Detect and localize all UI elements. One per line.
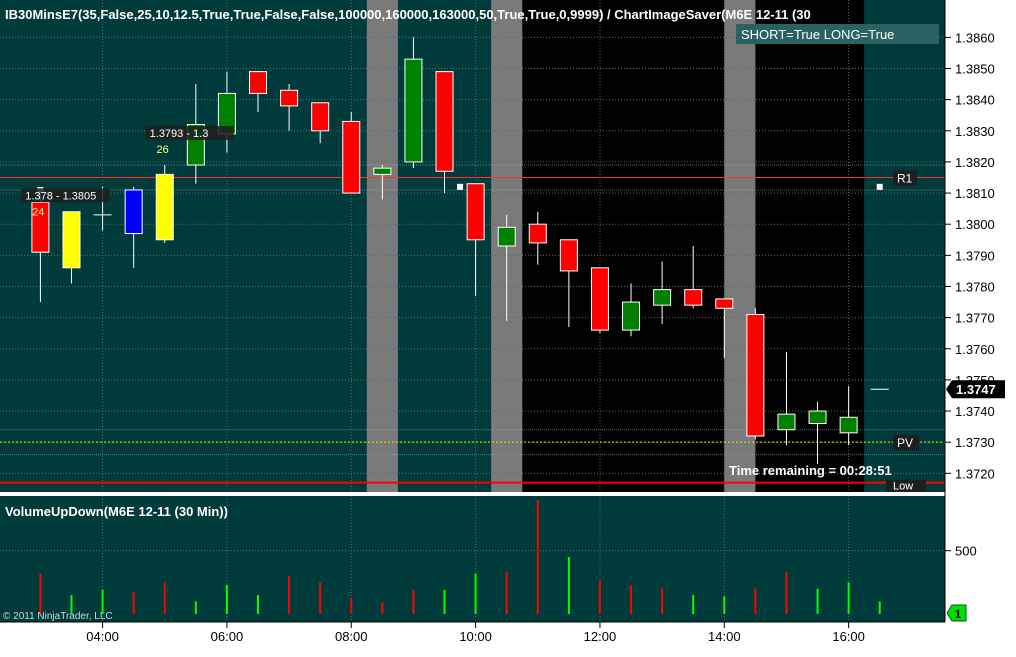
candle-body	[249, 71, 268, 94]
price-tick-label: 1.3860	[955, 30, 995, 45]
range-count-label: 24	[32, 206, 44, 218]
price-tick-label: 1.3820	[955, 155, 995, 170]
ib-marker	[457, 183, 464, 190]
price-tick-label: 1.3770	[955, 311, 995, 326]
candle-body	[590, 267, 609, 331]
candle-body	[435, 71, 454, 172]
candle-body	[466, 183, 485, 241]
time-tick-label: 10:00	[459, 629, 492, 644]
candle-body	[373, 167, 392, 175]
panel-badge[interactable]: 1	[955, 607, 962, 621]
r1-label: R1	[897, 171, 913, 185]
time-tick-label: 16:00	[832, 629, 865, 644]
candle-body	[124, 189, 143, 235]
candle-body	[622, 301, 641, 331]
price-tick-label: 1.3730	[955, 435, 995, 450]
candle-body	[528, 223, 547, 244]
chart-canvas: 1.3860 1.3850 1.3840 1.3830 1.3820 1.3810 1.38…	[0, 0, 1016, 657]
price-tick-label: 1.3760	[955, 342, 995, 357]
indicator-title: IB30MinsE7(35,False,25,10,12.5,True,True…	[5, 7, 811, 22]
candle-body	[311, 102, 330, 132]
copyright-text: © 2011 NinjaTrader, LLC	[3, 611, 113, 622]
candle-body	[808, 410, 827, 424]
time-tick-label: 12:00	[584, 629, 617, 644]
price-tick-label: 1.3850	[955, 62, 995, 77]
price-tick-label: 1.3790	[955, 248, 995, 263]
candle-body	[653, 289, 672, 306]
volume-tick-label: 500	[955, 544, 977, 559]
low-label: Low	[893, 481, 913, 493]
price-tick-label: 1.3830	[955, 124, 995, 139]
time-tick-label: 06:00	[211, 629, 244, 644]
candle-body	[497, 226, 516, 247]
candle-body	[839, 416, 858, 434]
price-tick-label: 1.3780	[955, 279, 995, 294]
last-price-tag: 1.3747	[956, 382, 996, 397]
time-tick-label: 08:00	[335, 629, 368, 644]
volume-panel-title: VolumeUpDown(M6E 12-11 (30 Min))	[5, 504, 228, 519]
candle-body	[777, 413, 796, 431]
candle-body	[404, 58, 423, 163]
time-tick-label: 14:00	[708, 629, 741, 644]
time-tick-label: 04:00	[86, 629, 119, 644]
price-tick-label: 1.3720	[955, 466, 995, 481]
price-tick-label: 1.3840	[955, 93, 995, 108]
price-tick-label: 1.3800	[955, 217, 995, 232]
range-count-label: 26	[157, 144, 169, 156]
pv-label: PV	[897, 436, 913, 450]
price-tick-label: 1.3740	[955, 404, 995, 419]
candle-body	[62, 211, 81, 269]
candle-body	[746, 314, 765, 437]
candle-body	[715, 298, 734, 309]
candle-body	[559, 239, 578, 272]
range-label: 1.3793 - 1.3	[150, 128, 209, 140]
candle-body	[280, 89, 299, 107]
candle-body	[155, 173, 174, 241]
price-tick-label: 1.3810	[955, 186, 995, 201]
signal-box: SHORT=True LONG=True	[741, 27, 894, 42]
range-label: 1.378 - 1.3805	[25, 190, 96, 202]
time-remaining-text: Time remaining = 00:28:51	[729, 463, 892, 478]
candle-body	[684, 289, 703, 306]
gray-session-band	[366, 0, 398, 492]
black-session-band	[522, 0, 725, 492]
candle-body	[342, 120, 361, 194]
ib-marker	[876, 183, 883, 190]
